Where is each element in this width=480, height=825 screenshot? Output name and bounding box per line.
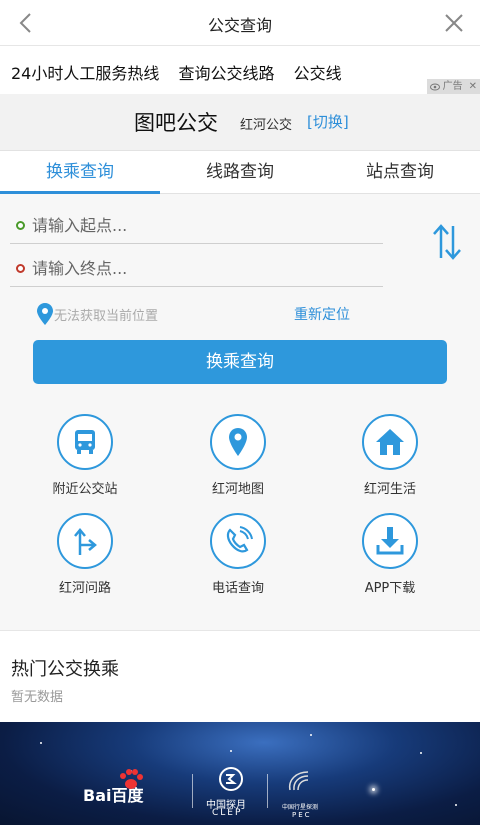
swap-direction-icon[interactable] (432, 222, 462, 262)
grid-item-app-download[interactable]: APP下载 (330, 513, 450, 603)
banner-divider (192, 774, 193, 808)
grid-label: 附近公交站 (52, 482, 118, 497)
ad-close-icon[interactable]: ✕ (469, 79, 477, 94)
location-message: 无法获取当前位置 (54, 309, 159, 324)
brand-name: 图吧公交 (134, 111, 218, 135)
main-panel: 图吧公交 红河公交 [切换] 换乘查询 线路查询 站点查询 无法获取当前位置 重… (0, 94, 480, 630)
end-input[interactable] (32, 255, 372, 281)
clep-en-label: CLEP (212, 808, 243, 818)
grid-item-nearby-stations[interactable]: 附近公交站 (25, 414, 145, 504)
ad-link-hotline[interactable]: 24小时人工服务热线 (11, 64, 159, 83)
grid-label: APP下载 (364, 581, 416, 596)
banner-divider (267, 774, 268, 808)
hot-transfers-section: 热门公交换乘 暂无数据 (0, 630, 480, 722)
pec-en-label: PEC (292, 811, 312, 819)
pec-cn-label: 中国行星探测 (282, 804, 319, 811)
phone-icon (210, 513, 266, 569)
grid-item-honghe-map[interactable]: 红河地图 (178, 414, 298, 504)
hot-transfers-empty: 暂无数据 (11, 690, 64, 705)
pec-emblem-icon (288, 771, 309, 791)
end-dot-icon (16, 264, 25, 273)
grid-item-honghe-life[interactable]: 红河生活 (330, 414, 450, 504)
ad-link-bar: 24小时人工服务热线 查询公交线路 公交线 广告 ✕ (0, 46, 480, 94)
relocate-link[interactable]: 重新定位 (294, 304, 350, 324)
ad-eye-icon (429, 83, 440, 90)
close-icon[interactable] (442, 11, 466, 35)
direction-sign-icon (57, 513, 113, 569)
grid-label: 红河地图 (211, 482, 264, 497)
brand-bar: 图吧公交 红河公交 [切换] (0, 94, 480, 150)
end-field (10, 247, 383, 287)
tab-station-query[interactable]: 站点查询 (320, 151, 480, 193)
start-input[interactable] (32, 212, 372, 238)
grid-item-ask-directions[interactable]: 红河问路 (25, 513, 145, 603)
ad-label: 广告 (442, 81, 463, 92)
ad-tag[interactable]: 广告 ✕ (426, 79, 480, 94)
map-pin-icon (210, 414, 266, 470)
top-bar: 公交查询 (0, 0, 480, 46)
grid-item-phone-query[interactable]: 电话查询 (178, 513, 298, 603)
download-icon (362, 513, 418, 569)
clep-emblem-icon (219, 767, 243, 791)
grid-label: 红河生活 (363, 482, 416, 497)
start-field (10, 204, 383, 244)
tab-transfer-query[interactable]: 换乘查询 (0, 151, 160, 194)
partner-banner[interactable]: Bai百度 中国探月 CLEP 中国行星探测 PEC (0, 722, 480, 825)
location-pin-icon (37, 303, 53, 325)
bus-icon (57, 414, 113, 470)
tab-line-query[interactable]: 线路查询 (160, 151, 320, 193)
current-city: 红河公交 (240, 118, 293, 133)
home-icon (362, 414, 418, 470)
ad-link-bus[interactable]: 公交线 (294, 64, 342, 83)
grid-label: 电话查询 (211, 581, 264, 596)
ad-links: 24小时人工服务热线 查询公交线路 公交线 (11, 60, 356, 84)
location-row: 无法获取当前位置 重新定位 (36, 302, 476, 326)
grid-label: 红河问路 (58, 581, 111, 596)
page-title: 公交查询 (207, 16, 272, 35)
start-dot-icon (16, 221, 25, 230)
switch-city-link[interactable]: [切换] (307, 111, 349, 132)
ad-link-bus-lines[interactable]: 查询公交线路 (178, 64, 274, 83)
baidu-paw-icon (120, 769, 143, 789)
hot-transfers-title: 热门公交换乘 (11, 659, 119, 680)
query-tabs: 换乘查询 线路查询 站点查询 (0, 150, 480, 194)
transfer-search-button[interactable]: 换乘查询 (33, 340, 447, 384)
